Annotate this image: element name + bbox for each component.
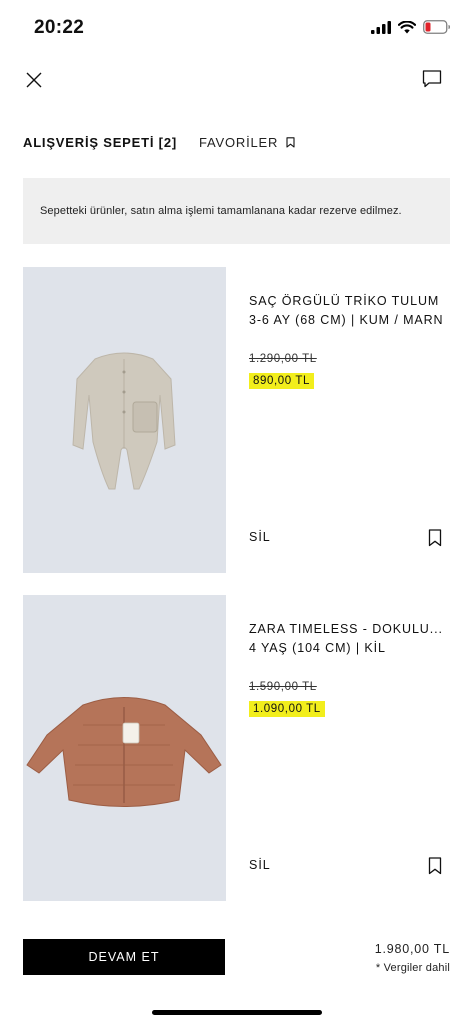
cart-item: SAÇ ÖRGÜLÜ TRİKO TULUM 3-6 AY (68 CM) | … [23,267,450,573]
signal-icon [371,20,391,34]
bookmark-icon [286,137,295,148]
top-bar [0,60,473,100]
product-image[interactable] [23,267,226,573]
bookmark-icon[interactable] [428,529,442,547]
product-name[interactable]: SAÇ ÖRGÜLÜ TRİKO TULUM [249,294,439,308]
home-indicator [152,1010,322,1015]
notice-text: Sepetteki ürünler, satın alma işlemi tam… [40,205,402,217]
remove-button[interactable]: SİL [249,858,271,872]
tab-favorites[interactable]: FAVORİLER [199,135,295,150]
close-icon[interactable] [22,68,46,92]
status-time: 20:22 [34,17,85,38]
battery-icon [423,20,450,34]
cart-total: 1.980,00 TL [374,942,450,956]
status-bar: 20:22 [0,0,473,54]
chat-icon[interactable] [421,68,443,90]
product-name[interactable]: ZARA TIMELESS - DOKULU... [249,622,443,636]
sale-price: 890,00 TL [249,373,314,389]
cart-item: ZARA TIMELESS - DOKULU... 4 YAŞ (104 CM)… [23,595,450,901]
tab-favorites-label: FAVORİLER [198,135,279,150]
bookmark-icon[interactable] [428,857,442,875]
old-price: 1.590,00 TL [249,681,317,693]
product-variant: 4 YAŞ (104 CM) | KİL [249,641,386,655]
reservation-notice: Sepetteki ürünler, satın alma işlemi tam… [23,178,450,244]
cart-tabs: ALIŞVERİŞ SEPETİ [2] FAVORİLER [23,135,295,150]
tax-note: * Vergiler dahil [375,962,450,974]
product-image[interactable] [23,595,226,901]
sale-price: 1.090,00 TL [249,701,325,717]
continue-button[interactable]: DEVAM ET [23,939,225,975]
wifi-icon [398,20,416,33]
product-variant: 3-6 AY (68 CM) | KUM / MARN [249,313,444,327]
remove-button[interactable]: SİL [249,530,271,544]
status-icons [371,20,451,34]
old-price: 1.290,00 TL [249,353,317,365]
tab-cart[interactable]: ALIŞVERİŞ SEPETİ [2] [23,135,177,150]
